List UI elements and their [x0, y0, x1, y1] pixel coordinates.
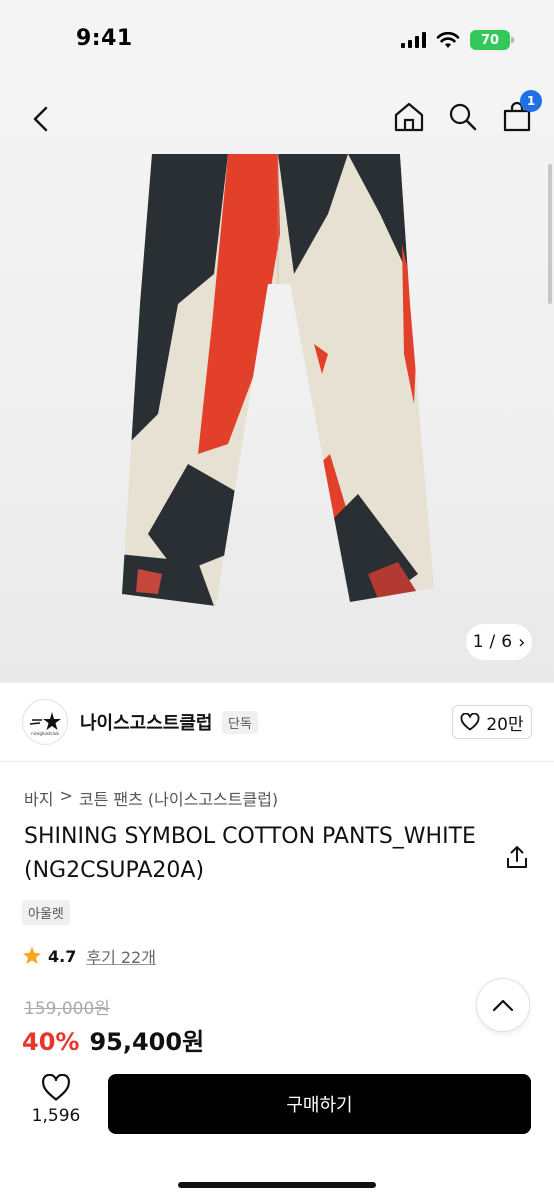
product-title: SHINING SYMBOL COTTON PANTS_WHITE(NG2CSU… [24, 824, 476, 883]
chevron-right-icon: › [518, 631, 526, 653]
heart-icon [42, 1074, 70, 1101]
pager-current: 1 [472, 632, 484, 652]
price-row: 40% 95,400원 [22, 1022, 204, 1057]
wishlist-button[interactable]: 1,596 [30, 1074, 82, 1126]
pager-separator: / [489, 632, 496, 652]
search-icon [449, 103, 477, 131]
home-button[interactable] [392, 100, 426, 134]
cart-count-badge: 1 [520, 90, 542, 112]
wishlist-count: 1,596 [31, 1106, 81, 1126]
product-photo [122, 154, 434, 606]
product-image-gallery[interactable]: 1 1 / 6 › [0, 80, 554, 682]
bottom-action-bar: 1,596 구매하기 [0, 1056, 554, 1200]
breadcrumb: 바지 > 코튼 팬츠 (나이스고스트클럽) [24, 786, 278, 810]
brand-row: niceghostclub 나이스고스트클럽 단독 20만 [0, 682, 554, 762]
battery-icon: 70 [470, 30, 514, 50]
back-button[interactable] [24, 102, 58, 136]
original-price: 159,000원 [24, 999, 110, 1019]
home-indicator [178, 1182, 376, 1188]
rating-row: 4.7 후기 22개 [22, 944, 156, 968]
chevron-left-icon [33, 106, 48, 132]
cart-button[interactable]: 1 [500, 90, 542, 134]
scrollbar[interactable] [548, 164, 552, 304]
breadcrumb-separator: > [59, 786, 73, 805]
brand-logo[interactable]: niceghostclub [22, 699, 68, 745]
breadcrumb-subcategory[interactable]: 코튼 팬츠 (나이스고스트클럽) [79, 786, 278, 810]
outlet-badge: 아울렛 [22, 900, 70, 925]
star-icon [23, 947, 41, 964]
exclusive-badge: 단독 [222, 711, 258, 734]
breadcrumb-category[interactable]: 바지 [24, 786, 53, 810]
discount-rate: 40% [22, 1028, 80, 1056]
status-bar: 9:41 70 [0, 0, 554, 80]
chevron-up-icon [492, 999, 514, 1012]
rating-score: 4.7 [48, 946, 77, 966]
brand-like-button[interactable]: 20만 [452, 705, 532, 739]
pager-total: 6 [501, 632, 513, 652]
brand-name[interactable]: 나이스고스트클럽 [80, 709, 212, 735]
status-indicators: 70 [401, 30, 514, 50]
brand-like-count: 20만 [486, 714, 524, 735]
wifi-icon [436, 31, 460, 48]
buy-button[interactable]: 구매하기 [108, 1074, 531, 1134]
search-button[interactable] [446, 100, 480, 134]
reviews-link[interactable]: 후기 22개 [86, 944, 156, 968]
home-icon [394, 102, 424, 132]
signal-icon [401, 32, 426, 48]
heart-icon [460, 713, 480, 731]
status-time: 9:41 [76, 26, 133, 51]
share-icon [507, 846, 527, 868]
share-button[interactable] [502, 842, 532, 872]
scroll-to-top-button[interactable] [476, 978, 530, 1032]
sale-price: 95,400원 [89, 1028, 205, 1056]
brand-logo-text: niceghostclub [31, 731, 59, 736]
image-pager[interactable]: 1 / 6 › [466, 624, 532, 660]
top-nav-actions: 1 [392, 90, 542, 134]
